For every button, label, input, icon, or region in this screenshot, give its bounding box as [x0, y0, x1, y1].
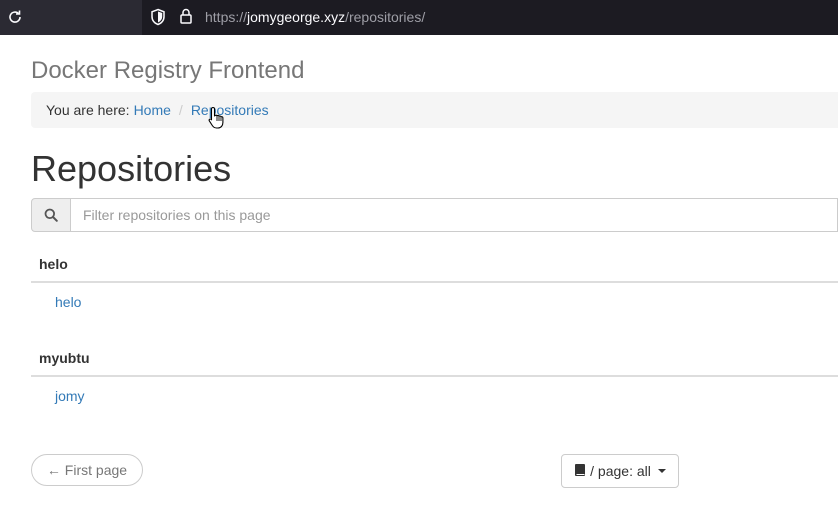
breadcrumb-repositories-link[interactable]: Repositories	[191, 102, 269, 118]
app-title: Docker Registry Frontend	[31, 57, 305, 84]
items-per-page-dropdown[interactable]: / page: all	[561, 454, 679, 488]
book-icon	[574, 463, 586, 480]
breadcrumb-prefix: You are here:	[46, 102, 130, 118]
hand-pointer-cursor-icon	[208, 106, 226, 135]
url-host: jomygeorge.xyz	[247, 9, 346, 25]
filter-input-group	[31, 198, 838, 232]
url-path: /repositories/	[345, 9, 426, 25]
search-icon	[31, 198, 71, 232]
first-page-button[interactable]: ← First page	[31, 454, 143, 486]
breadcrumb-separator: /	[178, 102, 183, 118]
page-title: Repositories	[31, 148, 232, 189]
browser-toolbar: https://jomygeorge.xyz/repositories/	[0, 0, 838, 35]
caret-down-icon	[657, 469, 666, 473]
breadcrumb-home-link[interactable]: Home	[134, 102, 171, 118]
lock-icon[interactable]	[178, 7, 194, 30]
url-text[interactable]: https://jomygeorge.xyz/repositories/	[205, 9, 425, 25]
toolbar-nav-area	[0, 0, 142, 35]
url-scheme: https://	[205, 9, 248, 25]
repository-link[interactable]: jomy	[55, 388, 85, 404]
reload-icon[interactable]	[6, 8, 24, 26]
repository-group-header: helo	[31, 247, 838, 283]
repository-group-header: myubtu	[31, 341, 838, 377]
breadcrumb: You are here: Home / Repositories	[31, 92, 838, 128]
tracking-protection-shield-icon[interactable]	[150, 8, 166, 31]
items-per-page-label: / page: all	[590, 463, 651, 479]
repository-link[interactable]: helo	[55, 294, 81, 310]
filter-repositories-input[interactable]	[71, 198, 838, 232]
